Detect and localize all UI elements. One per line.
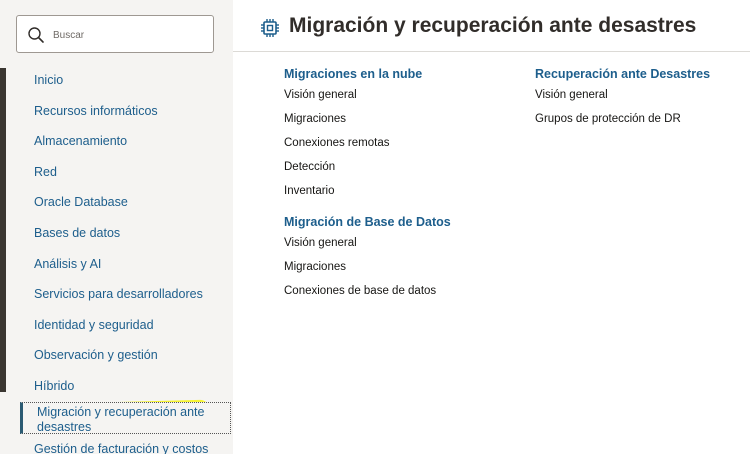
group-migraciones-nube: Migraciones en la nube Visión general Mi… [284, 66, 514, 206]
sidebar-item-gestion-facturacion[interactable]: Gestión de facturación y costos [0, 434, 233, 454]
sidebar-nav: Inicio Recursos informáticos Almacenamie… [0, 65, 233, 454]
link-migraciones-nube[interactable]: Migraciones [284, 110, 514, 134]
sidebar-item-hibrido[interactable]: Híbrido [0, 371, 233, 402]
page-header: Migración y recuperación ante desastres [233, 0, 750, 52]
group-title-migracion-base-datos: Migración de Base de Datos [284, 215, 451, 229]
group-title-recuperacion-desastres: Recuperación ante Desastres [535, 67, 711, 81]
sidebar-item-almacenamiento[interactable]: Almacenamiento [0, 126, 233, 157]
sidebar-item-bases-de-datos[interactable]: Bases de datos [0, 218, 233, 249]
sidebar-item-identidad-y-seguridad[interactable]: Identidad y seguridad [0, 310, 233, 341]
group-recuperacion-desastres: Recuperación ante Desastres Visión gener… [535, 66, 745, 134]
group-title-migraciones-nube: Migraciones en la nube [284, 67, 423, 81]
main-content: Migración y recuperación ante desastres … [233, 0, 750, 454]
search-box[interactable] [16, 15, 214, 53]
column-left: Migraciones en la nube Visión general Mi… [284, 66, 514, 306]
link-conexiones-base-datos[interactable]: Conexiones de base de datos [284, 282, 514, 306]
sidebar-item-inicio[interactable]: Inicio [0, 65, 233, 96]
sidebar-item-oracle-database[interactable]: Oracle Database [0, 187, 233, 218]
search-icon [28, 27, 44, 43]
link-migraciones-bd[interactable]: Migraciones [284, 258, 514, 282]
search-input[interactable] [53, 26, 203, 44]
link-conexiones-remotas[interactable]: Conexiones remotas [284, 134, 514, 158]
sidebar-item-observacion-y-gestion[interactable]: Observación y gestión [0, 340, 233, 371]
link-vision-general-nube[interactable]: Visión general [284, 86, 514, 110]
sidebar: Inicio Recursos informáticos Almacenamie… [0, 0, 233, 454]
sidebar-item-red[interactable]: Red [0, 157, 233, 188]
sidebar-item-analisis-y-ai[interactable]: Análisis y AI [0, 249, 233, 280]
link-inventario[interactable]: Inventario [284, 182, 514, 206]
column-right: Recuperación ante Desastres Visión gener… [535, 66, 745, 134]
group-migracion-base-datos: Migración de Base de Datos Visión genera… [284, 214, 514, 306]
link-vision-general-bd[interactable]: Visión general [284, 234, 514, 258]
page-title: Migración y recuperación ante desastres [289, 14, 697, 37]
sidebar-item-servicios-desarrolladores[interactable]: Servicios para desarrolladores [0, 279, 233, 310]
sidebar-item-migracion-recuperacion[interactable]: Migración y recuperación ante desastres [20, 401, 231, 434]
link-vision-general-dr[interactable]: Visión general [535, 86, 745, 110]
sidebar-item-recursos-informaticos[interactable]: Recursos informáticos [0, 96, 233, 127]
link-grupos-proteccion-dr[interactable]: Grupos de protección de DR [535, 110, 745, 134]
chip-icon [261, 19, 279, 37]
link-deteccion[interactable]: Detección [284, 158, 514, 182]
